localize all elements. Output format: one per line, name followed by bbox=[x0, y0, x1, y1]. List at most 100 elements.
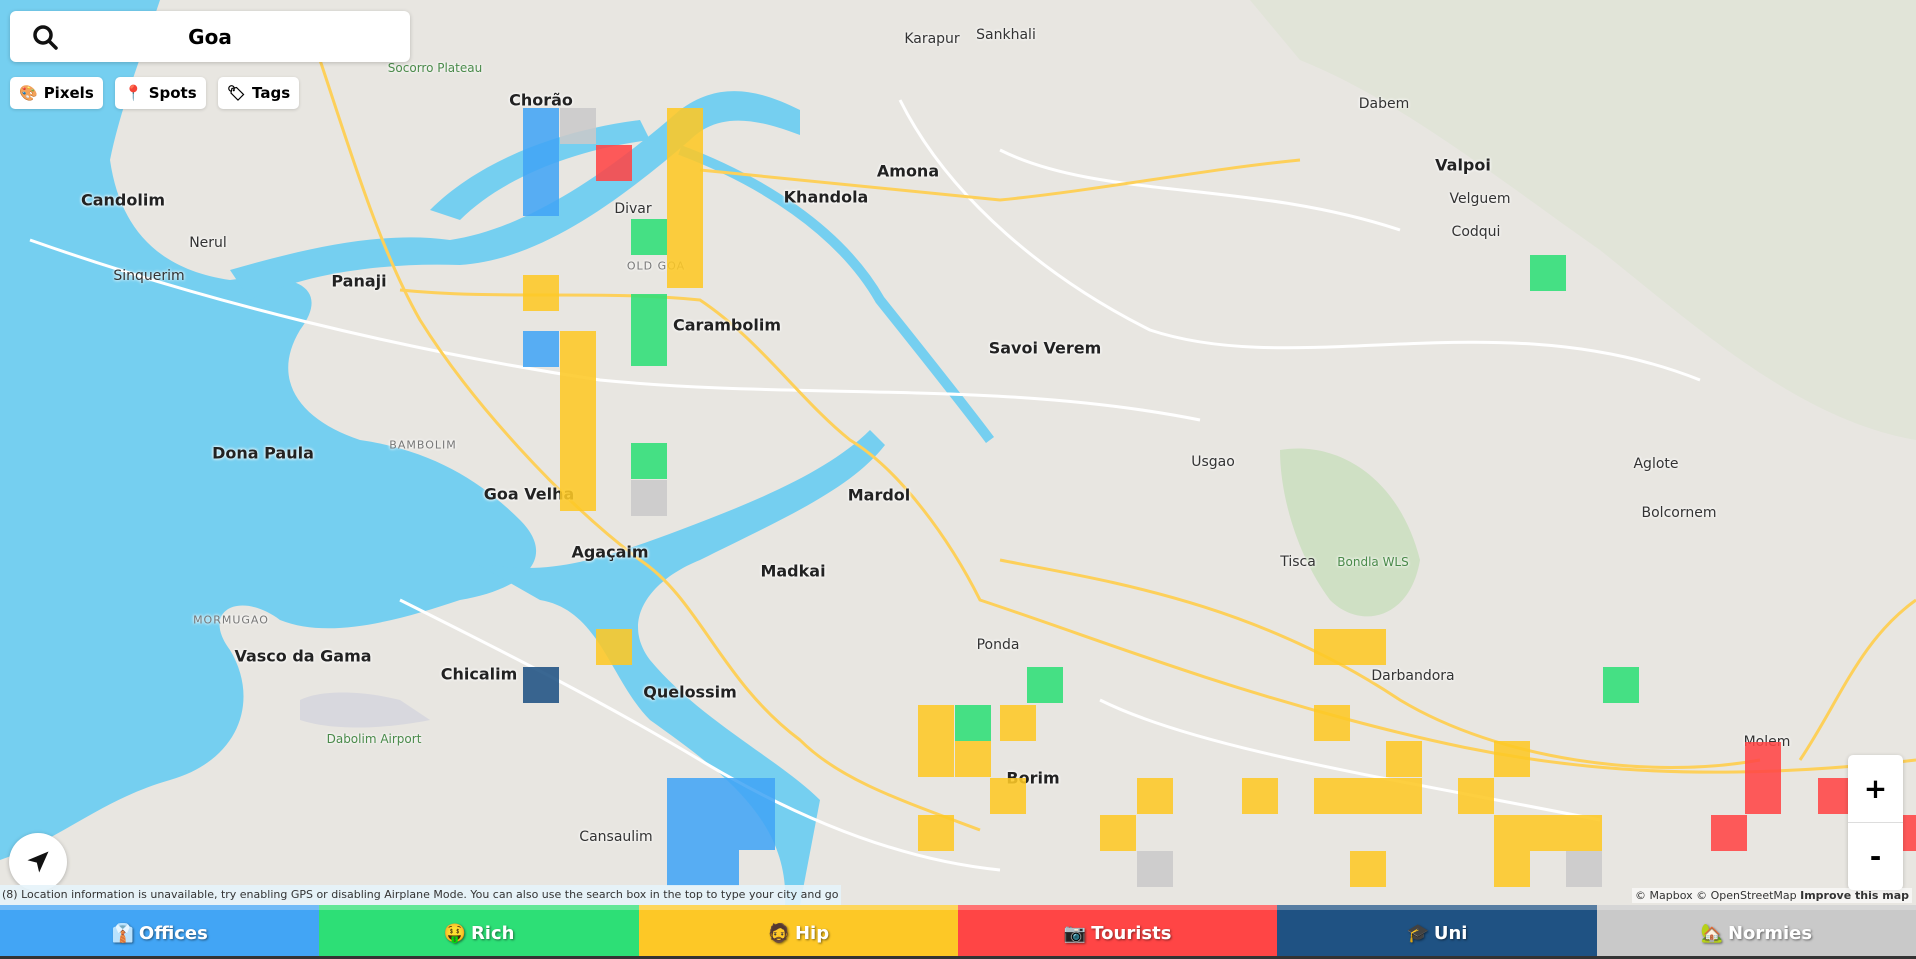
pixel-cell-hip[interactable] bbox=[1137, 778, 1173, 814]
pixel-cell-hip[interactable] bbox=[1350, 851, 1386, 887]
pixel-cell-rich[interactable] bbox=[955, 705, 991, 741]
pixel-cell-hip[interactable] bbox=[990, 778, 1026, 814]
category-tourists[interactable]: 📷 Tourists bbox=[957, 905, 1278, 956]
pixel-cell-hip[interactable] bbox=[560, 403, 596, 439]
pixel-cell-hip[interactable] bbox=[1494, 741, 1530, 777]
tags-label: Tags bbox=[252, 84, 291, 102]
pixel-cell-hip[interactable] bbox=[667, 108, 703, 144]
search-icon[interactable] bbox=[32, 24, 58, 54]
pixel-cell-normies[interactable] bbox=[631, 480, 667, 516]
pixel-cell-hip[interactable] bbox=[1386, 778, 1422, 814]
pixel-cell-hip[interactable] bbox=[1000, 705, 1036, 741]
category-label: Rich bbox=[470, 922, 515, 944]
pixel-cell-hip[interactable] bbox=[560, 439, 596, 475]
pixel-cell-rich[interactable] bbox=[1530, 255, 1566, 291]
category-label: Tourists bbox=[1091, 922, 1172, 944]
pixel-cell-hip[interactable] bbox=[1314, 629, 1350, 665]
pixel-cell-hip[interactable] bbox=[1242, 778, 1278, 814]
pixel-cell-hip[interactable] bbox=[667, 180, 703, 216]
locate-button[interactable] bbox=[9, 833, 67, 891]
pixel-cell-hip[interactable] bbox=[1386, 741, 1422, 777]
pixel-cell-hip[interactable] bbox=[918, 741, 954, 777]
pixel-cell-hip[interactable] bbox=[1314, 778, 1350, 814]
pixel-cell-offices[interactable] bbox=[739, 778, 775, 814]
search-input[interactable] bbox=[10, 24, 410, 49]
pixel-cell-offices[interactable] bbox=[703, 778, 739, 814]
pixel-cell-normies[interactable] bbox=[1137, 851, 1173, 887]
pixel-cell-hip[interactable] bbox=[560, 475, 596, 511]
pixel-cell-tourists[interactable] bbox=[1745, 742, 1781, 778]
place-label: Carambolim bbox=[673, 315, 781, 335]
pixel-cell-rich[interactable] bbox=[631, 330, 667, 366]
pixel-cell-offices[interactable] bbox=[523, 108, 559, 144]
category-hip[interactable]: 🧔 Hip bbox=[638, 905, 958, 956]
pixel-cell-offices[interactable] bbox=[703, 850, 739, 886]
pixel-cell-tourists[interactable] bbox=[596, 145, 632, 181]
spots-label: Spots bbox=[148, 84, 197, 102]
place-label: Dabem bbox=[1358, 96, 1410, 112]
pixel-cell-hip[interactable] bbox=[1350, 629, 1386, 665]
pixel-cell-rich[interactable] bbox=[631, 294, 667, 330]
pixel-cell-offices[interactable] bbox=[523, 180, 559, 216]
place-label: Divar bbox=[614, 201, 652, 217]
pixel-cell-offices[interactable] bbox=[739, 814, 775, 850]
category-normies[interactable]: 🏡 Normies bbox=[1596, 905, 1916, 956]
pixel-cell-hip[interactable] bbox=[596, 629, 632, 665]
map[interactable]: Chorão Candolim Nerul Sinquerim Panaji Socorr… bbox=[0, 0, 1916, 905]
pixel-cell-offices[interactable] bbox=[523, 331, 559, 367]
pixels-button[interactable]: 🎨 Pixels bbox=[10, 77, 103, 109]
pixel-cell-hip[interactable] bbox=[667, 216, 703, 252]
pixel-cell-hip[interactable] bbox=[918, 705, 954, 741]
pixel-cell-tourists[interactable] bbox=[1711, 815, 1747, 851]
zoom-in-button[interactable]: + bbox=[1848, 755, 1903, 823]
pixel-cell-uni[interactable] bbox=[523, 667, 559, 703]
pixel-cell-normies[interactable] bbox=[560, 108, 596, 144]
pixel-cell-hip[interactable] bbox=[523, 275, 559, 311]
pixel-cell-hip[interactable] bbox=[560, 367, 596, 403]
improve-map-link[interactable]: Improve this map bbox=[1800, 889, 1909, 902]
search-box[interactable] bbox=[10, 11, 410, 62]
pixel-cell-hip[interactable] bbox=[1494, 851, 1530, 887]
pixel-cell-hip[interactable] bbox=[1100, 815, 1136, 851]
pixel-cell-hip[interactable] bbox=[1314, 705, 1350, 741]
pixel-cell-rich[interactable] bbox=[1603, 667, 1639, 703]
category-label: Offices bbox=[138, 922, 208, 944]
place-label: Velguem bbox=[1449, 191, 1511, 207]
mapbox-link[interactable]: © Mapbox bbox=[1635, 889, 1693, 902]
pixel-cell-rich[interactable] bbox=[1027, 667, 1063, 703]
pixel-cell-hip[interactable] bbox=[1530, 815, 1566, 851]
pixel-cell-hip[interactable] bbox=[955, 741, 991, 777]
category-rich[interactable]: 🤑 Rich bbox=[319, 905, 639, 956]
pixel-cell-hip[interactable] bbox=[1458, 778, 1494, 814]
pixel-cell-offices[interactable] bbox=[667, 814, 703, 850]
place-label: Bondla WLS bbox=[1337, 555, 1409, 569]
pixel-cell-rich[interactable] bbox=[631, 443, 667, 479]
pixel-cell-rich[interactable] bbox=[631, 219, 667, 255]
category-offices[interactable]: 👔 Offices bbox=[0, 905, 320, 956]
pixel-cell-hip[interactable] bbox=[667, 252, 703, 288]
category-label: Normies bbox=[1727, 922, 1813, 944]
place-label: Usgao bbox=[1191, 454, 1235, 470]
pixel-cell-offices[interactable] bbox=[703, 814, 739, 850]
pixel-cell-hip[interactable] bbox=[667, 144, 703, 180]
pixel-cell-offices[interactable] bbox=[667, 850, 703, 886]
place-label: Nerul bbox=[189, 235, 227, 251]
pixel-cell-hip[interactable] bbox=[560, 331, 596, 367]
place-label: Agaçaim bbox=[571, 542, 649, 562]
pixel-cell-hip[interactable] bbox=[1566, 815, 1602, 851]
place-label: Madkai bbox=[760, 561, 826, 581]
pixel-cell-hip[interactable] bbox=[918, 815, 954, 851]
pixel-cell-hip[interactable] bbox=[1350, 778, 1386, 814]
pixel-cell-tourists[interactable] bbox=[1745, 778, 1781, 814]
pixel-cell-hip[interactable] bbox=[1494, 815, 1530, 851]
pixel-cell-offices[interactable] bbox=[523, 144, 559, 180]
pixel-cell-normies[interactable] bbox=[1566, 851, 1602, 887]
category-uni[interactable]: 🎓 Uni bbox=[1277, 905, 1597, 956]
place-label: Aglote bbox=[1633, 456, 1679, 472]
zoom-out-button[interactable]: - bbox=[1848, 823, 1903, 890]
category-label: Hip bbox=[794, 922, 830, 944]
spots-button[interactable]: 📍 Spots bbox=[115, 77, 206, 109]
tags-button[interactable]: 🏷 Tags bbox=[218, 77, 300, 109]
pixel-cell-offices[interactable] bbox=[667, 778, 703, 814]
osm-link[interactable]: © OpenStreetMap bbox=[1696, 889, 1797, 902]
